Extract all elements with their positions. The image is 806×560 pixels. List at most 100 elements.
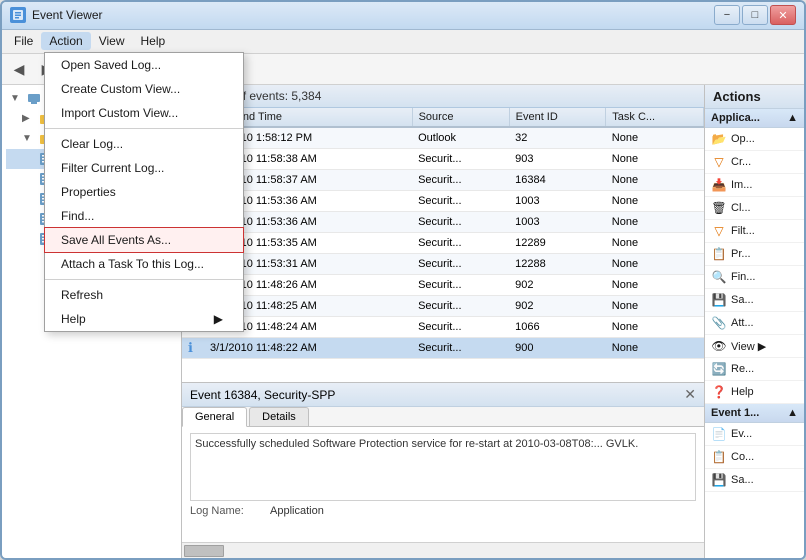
clear-icon: 🗑: [711, 200, 727, 216]
menu-action[interactable]: Action: [41, 32, 90, 50]
close-detail-button[interactable]: ✕: [684, 386, 696, 403]
action-ev[interactable]: 📄 Ev...: [705, 423, 804, 446]
events-data-table: Date and Time Source Event ID Task C... …: [182, 108, 704, 359]
table-row[interactable]: ℹ 3/1/2010 11:48:25 AM Securit... 902 No…: [182, 296, 704, 317]
find-icon: 🔍: [711, 269, 727, 285]
action-cr[interactable]: ▽ Cr...: [705, 151, 804, 174]
filter2-icon: ▽: [711, 223, 727, 239]
save2-icon: 💾: [711, 472, 727, 488]
tab-details[interactable]: Details: [249, 407, 309, 426]
events-table[interactable]: Date and Time Source Event ID Task C... …: [182, 108, 704, 382]
expand-icon[interactable]: ▼: [10, 93, 22, 105]
action-op[interactable]: 📂 Op...: [705, 128, 804, 151]
action-re[interactable]: 🔄 Re...: [705, 358, 804, 381]
action-filt-label: Filt...: [731, 225, 755, 237]
row-eventid-cell: 32: [509, 127, 606, 149]
window-title: Event Viewer: [32, 8, 102, 22]
action-dropdown-menu: Open Saved Log... Create Custom View... …: [44, 52, 244, 332]
actions-section-event1[interactable]: Event 1... ▲: [705, 404, 804, 423]
menu-refresh[interactable]: Refresh: [45, 283, 243, 307]
menu-clear-log[interactable]: Clear Log...: [45, 132, 243, 156]
row-source-cell: Securit...: [412, 212, 509, 233]
row-eventid-cell: 902: [509, 275, 606, 296]
log-name-value: Application: [270, 505, 324, 517]
expand-icon-cv[interactable]: ▶: [22, 113, 34, 125]
title-bar-left: Event Viewer: [10, 7, 102, 23]
action-fin[interactable]: 🔍 Fin...: [705, 266, 804, 289]
help-icon: ❓: [711, 384, 727, 400]
row-source-cell: Securit...: [412, 233, 509, 254]
section-applica-collapse[interactable]: ▲: [787, 112, 798, 124]
col-source[interactable]: Source: [412, 108, 509, 127]
menu-open-saved-log[interactable]: Open Saved Log...: [45, 53, 243, 77]
menu-properties[interactable]: Properties: [45, 180, 243, 204]
col-task[interactable]: Task C...: [606, 108, 704, 127]
properties-icon: 📋: [711, 246, 727, 262]
table-row[interactable]: ℹ 3/1/2010 1:58:12 PM Outlook 32 None: [182, 127, 704, 149]
action-help[interactable]: ❓ Help: [705, 381, 804, 404]
filter-icon: ▽: [711, 154, 727, 170]
menu-create-custom-view[interactable]: Create Custom View...: [45, 77, 243, 101]
section-event1-collapse[interactable]: ▲: [787, 407, 798, 419]
menu-file[interactable]: File: [6, 32, 41, 50]
menu-find[interactable]: Find...: [45, 204, 243, 228]
row-task-cell: None: [606, 338, 704, 359]
action-cl[interactable]: 🗑 Cl...: [705, 197, 804, 220]
table-row[interactable]: ℹ 3/1/2010 11:53:36 AM Securit... 1003 N…: [182, 212, 704, 233]
sep2: [45, 279, 243, 280]
table-row[interactable]: ℹ 3/1/2010 11:48:24 AM Securit... 1066 N…: [182, 317, 704, 338]
expand-icon-wl[interactable]: ▼: [22, 133, 34, 145]
row-datetime-cell: 3/1/2010 11:48:22 AM: [204, 338, 412, 359]
table-row[interactable]: ℹ 3/1/2010 11:53:35 AM Securit... 12289 …: [182, 233, 704, 254]
row-source-cell: Outlook: [412, 127, 509, 149]
action-sa-label: Sa...: [731, 294, 754, 306]
horizontal-scrollbar[interactable]: [182, 542, 704, 558]
toolbar-back[interactable]: ◀: [6, 57, 32, 81]
action-re-label: Re...: [731, 363, 754, 375]
table-row[interactable]: ℹ 3/1/2010 11:58:38 AM Securit... 903 No…: [182, 149, 704, 170]
action-sa[interactable]: 💾 Sa...: [705, 289, 804, 312]
action-att[interactable]: 📎 Att...: [705, 312, 804, 335]
table-row[interactable]: ℹ 3/1/2010 11:53:36 AM Securit... 1003 N…: [182, 191, 704, 212]
action-op-label: Op...: [731, 133, 755, 145]
row-source-cell: Securit...: [412, 275, 509, 296]
center-content: Number of events: 5,384 Date and Time So…: [182, 85, 704, 558]
menu-bar: File Action View Help: [2, 30, 804, 54]
table-row[interactable]: ℹ 3/1/2010 11:48:22 AM Securit... 900 No…: [182, 338, 704, 359]
table-row[interactable]: ℹ 3/1/2010 11:58:37 AM Securit... 16384 …: [182, 170, 704, 191]
save-icon: 💾: [711, 292, 727, 308]
action-co[interactable]: 📋 Co...: [705, 446, 804, 469]
menu-import-custom-view[interactable]: Import Custom View...: [45, 101, 243, 125]
restore-button[interactable]: □: [742, 5, 768, 25]
row-eventid-cell: 902: [509, 296, 606, 317]
menu-save-all-events-as[interactable]: Save All Events As...: [45, 228, 243, 252]
menu-help[interactable]: Help: [133, 32, 174, 50]
action-saev[interactable]: 💾 Sa...: [705, 469, 804, 492]
bottom-panel: Event 16384, Security-SPP ✕ General Deta…: [182, 382, 704, 542]
minimize-button[interactable]: −: [714, 5, 740, 25]
table-row[interactable]: ℹ 3/1/2010 11:53:31 AM Securit... 12288 …: [182, 254, 704, 275]
actions-header: Actions: [705, 85, 804, 109]
section-applica-label: Applica...: [711, 112, 760, 124]
menu-filter-current-log[interactable]: Filter Current Log...: [45, 156, 243, 180]
h-scroll-thumb[interactable]: [184, 545, 224, 557]
row-level-cell: ℹ: [182, 338, 204, 359]
actions-section-applica[interactable]: Applica... ▲: [705, 109, 804, 128]
event-detail-title: Event 16384, Security-SPP: [190, 388, 335, 402]
action-filt[interactable]: ▽ Filt...: [705, 220, 804, 243]
menu-view[interactable]: View: [91, 32, 133, 50]
col-eventid[interactable]: Event ID: [509, 108, 606, 127]
menu-help-item[interactable]: Help ▶: [45, 307, 243, 331]
action-im[interactable]: 📥 Im...: [705, 174, 804, 197]
close-window-button[interactable]: ✕: [770, 5, 796, 25]
action-pr-label: Pr...: [731, 248, 751, 260]
menu-attach-task[interactable]: Attach a Task To this Log...: [45, 252, 243, 276]
events-count-header: Number of events: 5,384: [182, 85, 704, 108]
row-eventid-cell: 12288: [509, 254, 606, 275]
table-row[interactable]: ℹ 3/1/2010 11:48:26 AM Securit... 902 No…: [182, 275, 704, 296]
action-im-label: Im...: [731, 179, 752, 191]
action-pr[interactable]: 📋 Pr...: [705, 243, 804, 266]
action-fin-label: Fin...: [731, 271, 755, 283]
action-view[interactable]: 👁 View ▶: [705, 335, 804, 358]
tab-general[interactable]: General: [182, 407, 247, 427]
